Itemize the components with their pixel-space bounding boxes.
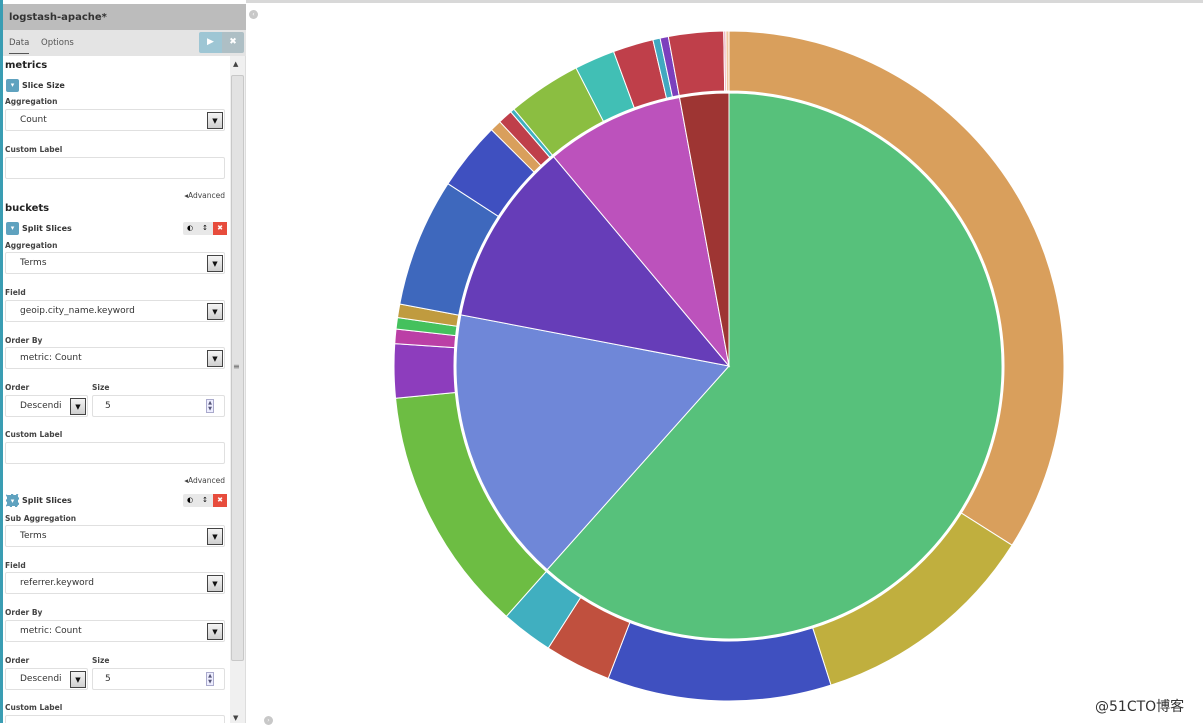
select-value: referrer.keyword	[20, 578, 94, 588]
bucket-controls: ◐ ↕ ✖	[183, 222, 227, 235]
bucket-aggregation-select[interactable]: Terms ▼	[5, 252, 225, 274]
sub-aggregation-label: Sub Aggregation	[5, 514, 77, 523]
select-value: metric: Count	[20, 353, 82, 363]
caret-down-icon: ▼	[70, 398, 86, 415]
remove-icon[interactable]: ✖	[213, 494, 227, 507]
index-pattern-title: logstash-apache*	[3, 4, 246, 30]
caret-down-icon: ▼	[207, 255, 223, 272]
split-slices-title[interactable]: Split Slices	[22, 496, 72, 505]
outer-slice[interactable]	[725, 30, 730, 92]
reorder-icon[interactable]: ↕	[198, 222, 212, 235]
aggregation-label: Aggregation	[5, 241, 58, 250]
select-value: Descendi	[20, 674, 62, 684]
size-input[interactable]: 5 ▲ ▼	[92, 668, 225, 690]
field-label: Field	[5, 561, 26, 570]
editor-sidebar: logstash-apache* Data Options ▶ ✖ metric…	[0, 0, 246, 723]
order-by-select[interactable]: metric: Count ▼	[5, 347, 225, 369]
bucket-controls: ◐ ↕ ✖	[183, 494, 227, 507]
toggle-icon[interactable]: ◐	[183, 494, 197, 507]
slice-size-title[interactable]: Slice Size	[22, 81, 65, 90]
select-value: Count	[20, 115, 47, 125]
spinner-icon[interactable]: ▲ ▼	[206, 399, 214, 413]
field-select[interactable]: geoip.city_name.keyword ▼	[5, 300, 225, 322]
advanced-toggle[interactable]: ◂Advanced	[184, 476, 225, 485]
select-value: Terms	[20, 531, 47, 541]
size-value: 5	[105, 674, 111, 684]
scroll-down-icon[interactable]: ▼	[233, 714, 238, 722]
aggregation-label: Aggregation	[5, 97, 58, 106]
caret-down-icon: ▼	[207, 575, 223, 592]
watermark: @51CTO博客	[1095, 699, 1185, 715]
select-value: geoip.city_name.keyword	[20, 306, 135, 316]
pie-chart	[393, 30, 1065, 702]
remove-icon[interactable]: ✖	[213, 222, 227, 235]
order-label: Order	[5, 656, 30, 665]
inner-ring	[455, 92, 1003, 640]
order-select[interactable]: Descendi ▼	[5, 395, 88, 417]
caret-down-icon: ▼	[70, 671, 86, 688]
spinner-icon[interactable]: ▲ ▼	[206, 672, 214, 686]
order-by-label: Order By	[5, 608, 43, 617]
order-by-label: Order By	[5, 336, 43, 345]
reorder-icon[interactable]: ↕	[198, 494, 212, 507]
resize-grip-icon[interactable]: ≡	[233, 362, 240, 371]
size-label: Size	[92, 656, 110, 665]
metric-custom-label-input[interactable]	[5, 157, 225, 179]
outer-slice[interactable]	[393, 343, 456, 399]
scroll-up-icon[interactable]: ▲	[233, 60, 238, 68]
chevron-down-icon[interactable]: ▾	[6, 494, 19, 507]
chevron-down-icon[interactable]: ▾	[6, 79, 19, 92]
caret-down-icon: ▼	[207, 350, 223, 367]
caret-down-icon: ▼	[207, 528, 223, 545]
editor-content: metrics ▾ Slice Size Aggregation Count ▼ …	[3, 56, 230, 723]
advanced-label: Advanced	[187, 191, 225, 200]
select-value: Terms	[20, 258, 47, 268]
advanced-label: Advanced	[187, 476, 225, 485]
sub-aggregation-select[interactable]: Terms ▼	[5, 525, 225, 547]
split-slices-title[interactable]: Split Slices	[22, 224, 72, 233]
order-by-select[interactable]: metric: Count ▼	[5, 620, 225, 642]
caret-down-icon: ▼	[207, 623, 223, 640]
size-value: 5	[105, 401, 111, 411]
metrics-heading: metrics	[5, 60, 48, 71]
order-select[interactable]: Descendi ▼	[5, 668, 88, 690]
bucket-custom-label-input[interactable]	[5, 442, 225, 464]
bucket-custom-label-input[interactable]	[5, 715, 225, 723]
order-label: Order	[5, 383, 30, 392]
toggle-icon[interactable]: ◐	[183, 222, 197, 235]
size-input[interactable]: 5 ▲ ▼	[92, 395, 225, 417]
discard-changes-button[interactable]: ✖	[222, 32, 244, 53]
custom-label-label: Custom Label	[5, 145, 63, 154]
custom-label-label: Custom Label	[5, 703, 63, 712]
size-label: Size	[92, 383, 110, 392]
custom-label-label: Custom Label	[5, 430, 63, 439]
field-label: Field	[5, 288, 26, 297]
field-select[interactable]: referrer.keyword ▼	[5, 572, 225, 594]
caret-down-icon: ▼	[207, 112, 223, 129]
chevron-down-icon[interactable]: ▾	[6, 222, 19, 235]
select-value: Descendi	[20, 401, 62, 411]
tab-data[interactable]: Data	[9, 38, 30, 54]
advanced-toggle[interactable]: ◂Advanced	[184, 191, 225, 200]
select-value: metric: Count	[20, 626, 82, 636]
tab-options[interactable]: Options	[41, 38, 74, 48]
buckets-heading: buckets	[5, 203, 50, 214]
metric-aggregation-select[interactable]: Count ▼	[5, 109, 225, 131]
caret-down-icon: ▼	[207, 303, 223, 320]
apply-changes-button[interactable]: ▶	[199, 32, 222, 53]
